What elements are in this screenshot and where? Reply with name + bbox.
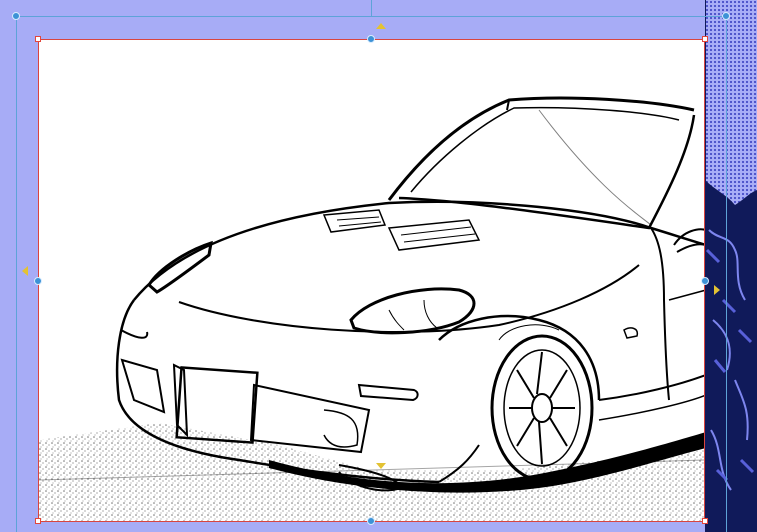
- corner-handle-bottom-left-icon[interactable]: [35, 518, 41, 524]
- selection-left-line: [16, 16, 17, 532]
- frame-handle-bottom-middle-icon[interactable]: [367, 517, 375, 525]
- panel-canvas[interactable]: [38, 39, 705, 522]
- editor-workspace: { "app": { "view": "manga-panel-editor",…: [0, 0, 757, 532]
- corner-handle-top-right-icon[interactable]: [702, 36, 708, 42]
- selection-corner-top-left-icon[interactable]: [12, 12, 20, 20]
- move-up-arrow-icon[interactable]: [376, 23, 386, 29]
- corner-handle-bottom-right-icon[interactable]: [702, 518, 708, 524]
- frame-handle-left-middle-icon[interactable]: [34, 277, 42, 285]
- selection-right-line: [726, 16, 727, 532]
- move-down-arrow-icon[interactable]: [376, 463, 386, 469]
- frame-handle-right-middle-icon[interactable]: [701, 277, 709, 285]
- selection-corner-top-right-icon[interactable]: [722, 12, 730, 20]
- move-left-arrow-icon[interactable]: [22, 266, 28, 276]
- selection-vertical-guide: [371, 0, 372, 16]
- corner-handle-top-left-icon[interactable]: [35, 36, 41, 42]
- frame-handle-top-middle-icon[interactable]: [367, 35, 375, 43]
- neighbor-panel-art: [705, 0, 757, 532]
- move-right-arrow-icon[interactable]: [714, 285, 720, 295]
- car-line-art: [39, 96, 704, 521]
- selection-top-line: [16, 16, 727, 17]
